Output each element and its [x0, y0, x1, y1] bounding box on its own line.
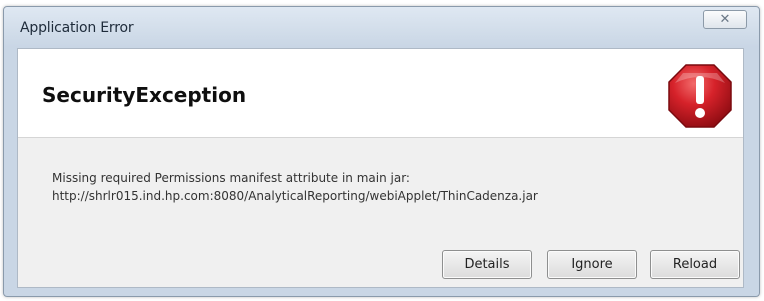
dialog-content: SecurityException Missing required Permi… [17, 48, 744, 288]
message-line-2: http://shrlr015.ind.hp.com:8080/Analytic… [52, 189, 538, 203]
header-panel: SecurityException [18, 49, 743, 138]
title-bar: Application Error ✕ [4, 7, 759, 47]
ignore-button[interactable]: Ignore [547, 250, 637, 279]
close-button[interactable]: ✕ [703, 10, 747, 29]
application-error-dialog: Application Error ✕ SecurityException Mi… [3, 6, 760, 297]
exception-title: SecurityException [42, 83, 247, 107]
message-line-1: Missing required Permissions manifest at… [52, 171, 410, 185]
window-title: Application Error [20, 20, 134, 36]
close-icon: ✕ [719, 12, 731, 27]
stop-error-icon [668, 64, 732, 128]
details-button[interactable]: Details [442, 250, 532, 279]
reload-button[interactable]: Reload [650, 250, 740, 279]
error-message: Missing required Permissions manifest at… [52, 169, 538, 205]
